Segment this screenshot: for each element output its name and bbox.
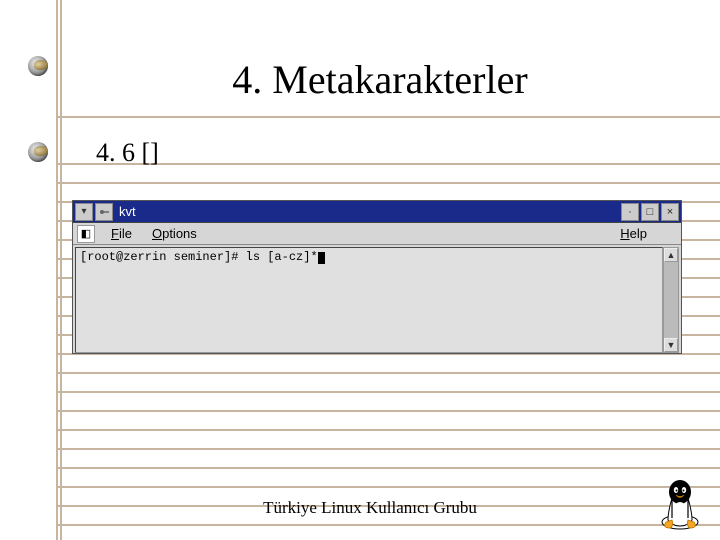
app-icon[interactable]: ◧ bbox=[77, 225, 95, 243]
menu-file[interactable]: File bbox=[111, 226, 132, 241]
slide-title: 4. Metakarakterler bbox=[100, 56, 660, 103]
cursor-icon bbox=[318, 252, 325, 264]
ruled-line bbox=[56, 448, 720, 450]
tux-logo-icon bbox=[658, 478, 702, 530]
terminal-output[interactable]: [root@zerrin seminer]# ls [a-cz]* bbox=[75, 247, 663, 353]
menu-help[interactable]: Help bbox=[620, 226, 647, 241]
ruled-line bbox=[56, 429, 720, 431]
terminal-line: [root@zerrin seminer]# ls [a-cz]* bbox=[80, 250, 318, 264]
ruled-line bbox=[56, 116, 720, 118]
slide-subheading: 4. 6 [] bbox=[96, 138, 159, 168]
close-button[interactable]: × bbox=[661, 203, 679, 221]
ruled-line bbox=[56, 486, 720, 488]
margin-line-2 bbox=[60, 0, 62, 540]
maximize-button[interactable]: □ bbox=[641, 203, 659, 221]
footer-text: Türkiye Linux Kullanıcı Grubu bbox=[100, 498, 640, 518]
system-menu-icon[interactable]: ▾ bbox=[75, 203, 93, 221]
ruled-line bbox=[56, 467, 720, 469]
scrollbar[interactable]: ▲ ▼ bbox=[663, 247, 679, 353]
scroll-up-icon[interactable]: ▲ bbox=[664, 248, 678, 262]
ruled-line bbox=[56, 391, 720, 393]
window-titlebar[interactable]: ▾ kvt · □ × bbox=[73, 201, 681, 223]
pin-icon[interactable] bbox=[95, 203, 113, 221]
scroll-down-icon[interactable]: ▼ bbox=[664, 338, 678, 352]
bullet-decor bbox=[28, 56, 48, 76]
margin-line-1 bbox=[56, 0, 58, 540]
window-title: kvt bbox=[119, 204, 136, 219]
ruled-line bbox=[56, 372, 720, 374]
menu-options[interactable]: Options bbox=[152, 226, 197, 241]
ruled-line bbox=[56, 410, 720, 412]
bullet-decor bbox=[28, 142, 48, 162]
iconify-button[interactable]: · bbox=[621, 203, 639, 221]
terminal-window: ▾ kvt · □ × ◧ File Options Help [root@ze… bbox=[72, 200, 682, 354]
menubar: ◧ File Options Help bbox=[73, 223, 681, 245]
ruled-line bbox=[56, 524, 720, 526]
scroll-track[interactable] bbox=[664, 262, 678, 338]
ruled-line bbox=[56, 182, 720, 184]
